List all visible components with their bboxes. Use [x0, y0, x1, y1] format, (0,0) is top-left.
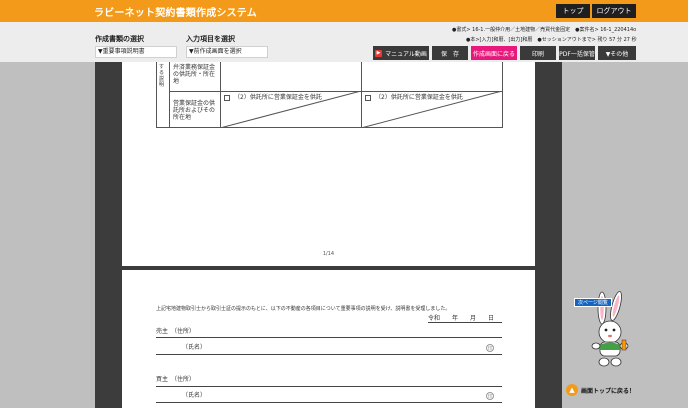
info-line-1: ●書式> 16-1.一般仲介用／土地建物／売買代金固定 ●案件名> 16-1_2… — [452, 27, 637, 33]
manual-video-label: マニュアル動画 — [385, 50, 427, 58]
check-label-left: （2）供託所に営業保証金を供託 — [234, 94, 322, 101]
buyer-seal: 印 — [486, 392, 494, 400]
buyer-address-line — [156, 386, 502, 387]
check-label-right: （2）供託所に営業保証金を供託 — [375, 94, 463, 101]
back-to-top-button[interactable]: ▲ 画面トップに戻る！ — [566, 384, 635, 396]
next-page-button[interactable]: 次ページ閲覧 — [574, 298, 612, 307]
seller-address-line — [156, 337, 502, 338]
date-underline — [428, 322, 502, 323]
top-button[interactable]: トップ — [556, 4, 590, 18]
page-number: 1/14 — [322, 251, 335, 257]
up-arrow-icon: ▲ — [566, 384, 578, 396]
app-title: ラビーネット契約書類作成システム — [94, 8, 257, 19]
item-select-title: 入力項目を選択 — [186, 35, 235, 43]
doc-select-title: 作成書類の選択 — [95, 35, 144, 43]
seller-seal: 印 — [486, 344, 494, 352]
row2-label: 営業保証金の供託所およびその所在地 — [173, 100, 216, 121]
buyer-address-label: 買主 （住所） — [156, 376, 196, 383]
doc-select[interactable]: ▼重要事項説明書 — [95, 46, 177, 58]
deposit-checkbox-right[interactable] — [365, 95, 371, 101]
seller-address-label: 売主 （住所） — [156, 328, 196, 335]
row1-label: 弁済業務保証金の供託所・所在地 — [173, 64, 216, 85]
back-to-create-button[interactable]: 作成画面に戻る — [471, 46, 517, 60]
video-icon: ▶ — [375, 49, 383, 57]
seller-name-line — [156, 354, 502, 355]
save-button[interactable]: 保 存 — [432, 46, 468, 60]
buyer-name-line — [156, 402, 502, 403]
top-bar: ラビーネット契約書類作成システム トップ ログアウト — [0, 0, 688, 22]
other-menu-button[interactable]: ▼その他 — [598, 46, 636, 60]
info-line-2: ●本>[入力]和暦、[出力]和暦 ●セッションアウトまで> 残り 57 分 27… — [466, 37, 637, 43]
deposit-checkbox-left[interactable] — [224, 95, 230, 101]
pdf-save-button[interactable]: PDF一括保管 — [559, 46, 595, 60]
print-button[interactable]: 印刷 — [520, 46, 556, 60]
table-border — [169, 62, 170, 127]
seller-name-label: （氏名） — [182, 344, 207, 351]
logout-button[interactable]: ログアウト — [592, 4, 636, 18]
table-border — [156, 62, 157, 127]
document-viewer[interactable]: する説明 弁済業務保証金の供託所・所在地 営業保証金の供託所およびその所在地 （… — [95, 62, 562, 408]
manual-video-button[interactable]: ▶ マニュアル動画 — [373, 46, 429, 60]
back-to-top-label: 画面トップに戻る！ — [581, 387, 636, 395]
document-page-2: 上記宅地建物取引士から取引士証の提示のもとに、以下の不動産の各項目について重要事… — [122, 270, 535, 408]
date-label: 令和 年 月 日 — [428, 315, 495, 322]
receipt-statement: 上記宅地建物取引士から取引士証の提示のもとに、以下の不動産の各項目について重要事… — [156, 306, 451, 312]
document-page-1: する説明 弁済業務保証金の供託所・所在地 営業保証金の供託所およびその所在地 （… — [122, 62, 535, 266]
buyer-name-label: （氏名） — [182, 392, 207, 399]
item-select[interactable]: ▼前作成画面を選択 — [186, 46, 268, 58]
side-label: する説明 — [159, 64, 165, 88]
